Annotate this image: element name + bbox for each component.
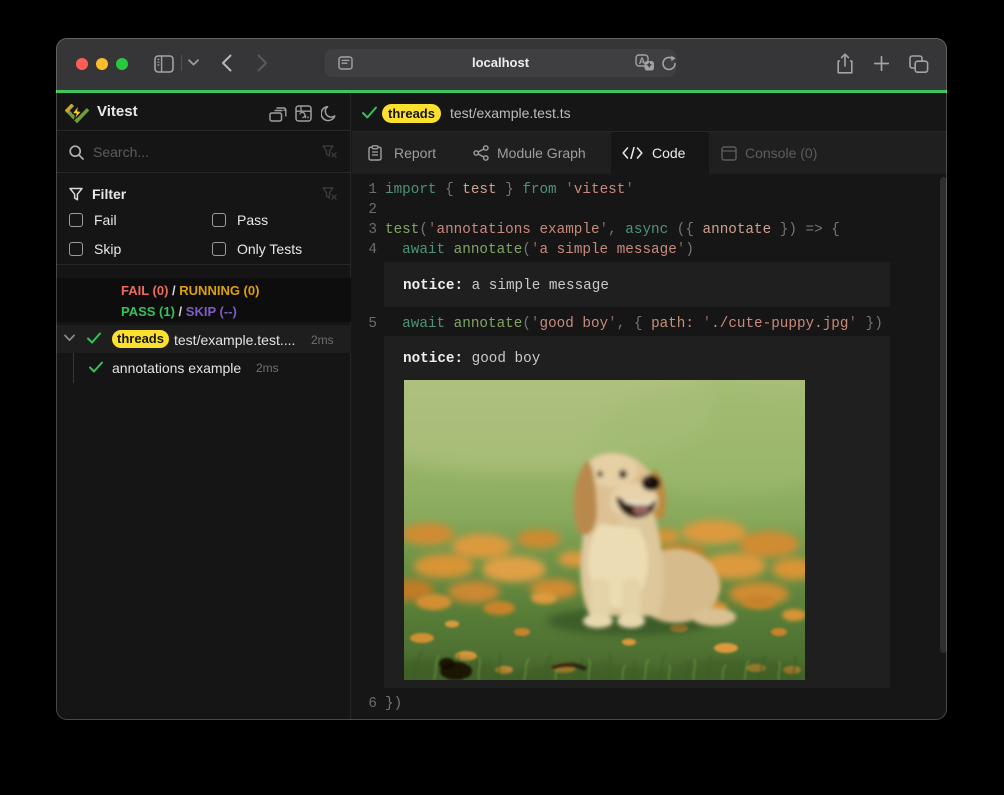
svg-text:✦: ✦ [646,60,654,70]
